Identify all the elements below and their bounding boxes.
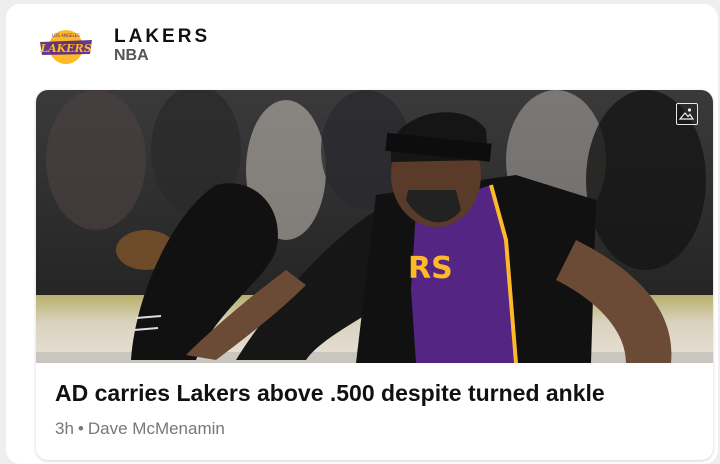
article-meta: 3h • Dave McMenamin: [55, 419, 225, 439]
svg-text:LOS ANGELES: LOS ANGELES: [52, 33, 80, 38]
article-photo[interactable]: RS: [36, 90, 713, 363]
team-header[interactable]: LAKERS LOS ANGELES LAKERS NBA: [36, 24, 336, 74]
article-author: Dave McMenamin: [87, 419, 225, 438]
article-headline[interactable]: AD carries Lakers above .500 despite tur…: [55, 380, 695, 407]
article-card[interactable]: RS AD carries Lakers above .500 despite …: [36, 90, 713, 460]
news-panel: LAKERS LOS ANGELES LAKERS NBA RS AD carr…: [6, 4, 718, 464]
article-time: 3h: [55, 419, 74, 438]
team-name: LAKERS: [114, 26, 211, 47]
lakers-logo-icon: LAKERS LOS ANGELES: [39, 30, 92, 64]
svg-text:RS: RS: [408, 251, 453, 286]
image-icon: [676, 103, 698, 125]
meta-separator: •: [77, 419, 84, 438]
svg-text:LAKERS: LAKERS: [39, 42, 91, 55]
league-label: NBA: [114, 47, 149, 64]
